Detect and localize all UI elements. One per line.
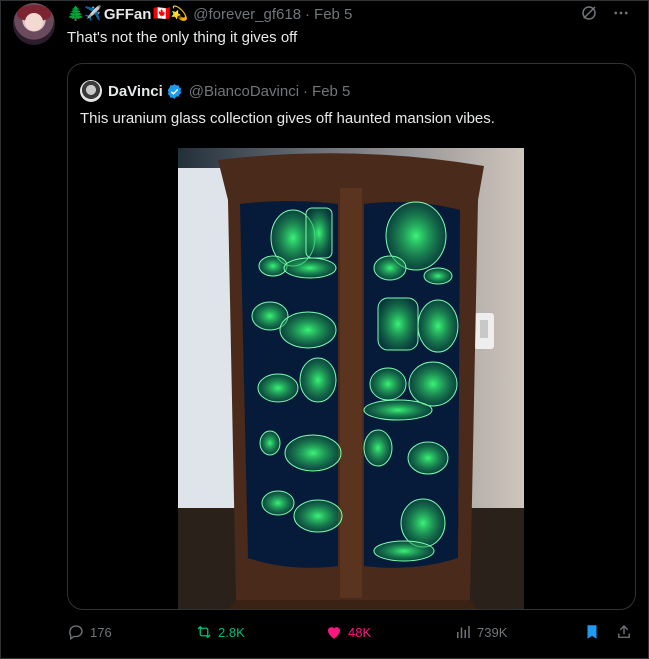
views-count: 739K [477, 624, 508, 640]
bookmark-button[interactable] [583, 623, 601, 641]
more-icon[interactable] [612, 4, 630, 22]
quoted-date[interactable]: Feb 5 [312, 83, 350, 100]
retweet-button[interactable]: 2.8K [195, 623, 245, 641]
uranium-glass-cabinet-photo[interactable] [178, 148, 524, 610]
heart-icon [328, 627, 340, 639]
tweet-header: 🌲✈️ GFFan 🇨🇦💫 @forever_gf618 · Feb 5 [67, 4, 636, 24]
author-name-text: GFFan [103, 5, 152, 23]
author-handle[interactable]: @forever_gf618 [193, 6, 301, 23]
share-icon [618, 625, 630, 638]
views-button[interactable]: 739K [454, 623, 507, 641]
author-avatar[interactable] [13, 3, 55, 45]
like-button[interactable]: 48K [325, 623, 371, 641]
views-icon [457, 626, 470, 638]
quoted-separator-dot: · [303, 82, 309, 100]
share-button[interactable] [615, 623, 633, 641]
tweet-date[interactable]: Feb 5 [314, 6, 352, 23]
quoted-tweet[interactable]: DaVinci @BiancoDavinci · Feb 5 This uran… [67, 63, 636, 610]
avatar-face [25, 13, 43, 31]
reply-count: 176 [90, 624, 112, 640]
author-name[interactable]: 🌲✈️ GFFan 🇨🇦💫 [67, 6, 188, 23]
header-actions [580, 4, 630, 22]
tweet-actions: 176 2.8K 48K 739K [67, 623, 637, 645]
verified-icon [167, 83, 181, 99]
quoted-handle[interactable]: @BiancoDavinci [189, 83, 299, 100]
tweet-text: That's not the only thing it gives off [67, 29, 298, 46]
tweet-container[interactable]: 🌲✈️ GFFan 🇨🇦💫 @forever_gf618 · Feb 5 Tha… [0, 0, 649, 659]
bookmark-icon [587, 625, 597, 639]
quoted-author-name[interactable]: DaVinci [108, 83, 163, 100]
quoted-text: This uranium glass collection gives off … [80, 110, 495, 127]
retweet-count: 2.8K [218, 624, 245, 640]
reply-icon [69, 625, 83, 641]
grok-icon[interactable] [580, 4, 598, 22]
retweet-icon [197, 625, 211, 639]
separator-dot: · [305, 5, 311, 23]
reply-button[interactable]: 176 [67, 623, 112, 641]
author-emoji-suffix: 🇨🇦💫 [153, 6, 189, 22]
quoted-avatar[interactable] [80, 80, 102, 102]
author-emoji-prefix: 🌲✈️ [67, 6, 102, 22]
like-count: 48K [348, 624, 372, 640]
quoted-header: DaVinci @BiancoDavinci · Feb 5 [80, 80, 350, 102]
